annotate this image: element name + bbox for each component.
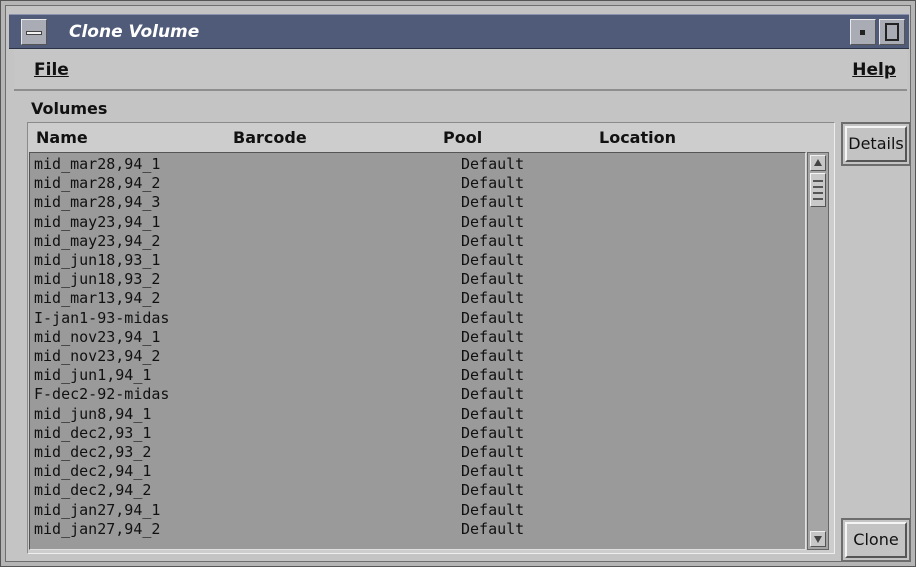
volume-pool: Default xyxy=(461,500,525,519)
volume-pool: Default xyxy=(461,289,525,308)
volume-pool: Default xyxy=(461,443,525,461)
list-item[interactable]: mid_mar13,94_2 Default xyxy=(30,289,805,308)
volume-name: mid_jan27,94_2 xyxy=(34,519,161,538)
file-menu[interactable]: File xyxy=(34,60,69,80)
volume-name: mid_mar28,94_3 xyxy=(34,193,161,212)
minimize-icon[interactable] xyxy=(850,19,876,45)
column-name: Name xyxy=(36,128,88,147)
list-item[interactable]: mid_jun8,94_1 Default xyxy=(30,405,805,424)
volume-name: mid_nov23,94_1 xyxy=(34,327,161,346)
volume-name: mid_dec2,93_1 xyxy=(34,423,152,442)
volume-name: mid_dec2,94_2 xyxy=(34,481,152,500)
list-item[interactable]: F-dec2-92-midas Default xyxy=(30,385,805,404)
volume-name: mid_nov23,94_2 xyxy=(34,347,161,365)
arrow-up-icon[interactable] xyxy=(810,155,826,171)
list-item[interactable]: I-jan1-93-midas Default xyxy=(30,309,805,328)
volume-name: mid_may23,94_2 xyxy=(34,231,161,250)
volume-pool: Default xyxy=(461,174,525,193)
volume-pool: Default xyxy=(461,251,525,269)
volume-name: F-dec2-92-midas xyxy=(34,385,170,404)
window-title: Clone Volume xyxy=(69,22,200,42)
list-item[interactable]: mid_nov23,94_2 Default xyxy=(30,347,805,366)
menu-bar: File Help xyxy=(14,49,907,91)
volume-pool: Default xyxy=(461,212,525,231)
volume-name: mid_jun8,94_1 xyxy=(34,404,152,423)
title-bar[interactable]: Clone Volume xyxy=(9,14,909,49)
list-item[interactable]: mid_may23,94_1 Default xyxy=(30,213,805,232)
volume-name: mid_dec2,93_2 xyxy=(34,443,152,461)
list-item[interactable]: mid_jun18,93_2 Default xyxy=(30,270,805,289)
volume-name: mid_jun1,94_1 xyxy=(34,366,152,385)
list-item[interactable]: mid_mar28,94_3 Default xyxy=(30,193,805,212)
list-item[interactable]: mid_jan27,94_2 Default xyxy=(30,520,805,539)
column-pool: Pool xyxy=(443,128,483,147)
volume-pool: Default xyxy=(461,231,525,250)
list-item[interactable]: mid_dec2,93_1 Default xyxy=(30,424,805,443)
clone-button[interactable]: Clone xyxy=(845,522,907,558)
volume-pool: Default xyxy=(461,519,525,538)
volume-pool: Default xyxy=(461,155,525,173)
list-item[interactable]: mid_dec2,94_2 Default xyxy=(30,481,805,500)
volumes-list[interactable]: mid_mar28,94_1 Default mid_mar28,94_2 Defau… xyxy=(29,152,806,550)
volume-name: mid_jun18,93_2 xyxy=(34,270,161,289)
volume-name: I-jan1-93-midas xyxy=(34,308,170,327)
volume-name: mid_may23,94_1 xyxy=(34,212,161,231)
volume-pool: Default xyxy=(461,308,525,327)
scroll-thumb[interactable] xyxy=(810,173,826,207)
list-item[interactable]: mid_may23,94_2 Default xyxy=(30,232,805,251)
volume-pool: Default xyxy=(461,462,525,481)
list-item[interactable]: mid_jun18,93_1 Default xyxy=(30,251,805,270)
volume-pool: Default xyxy=(461,481,525,500)
help-menu-label: Help xyxy=(852,60,896,80)
window-menu-icon[interactable] xyxy=(21,19,47,45)
volume-pool: Default xyxy=(461,347,525,365)
details-button[interactable]: Details xyxy=(845,126,907,162)
file-menu-label: File xyxy=(34,60,69,80)
list-item[interactable]: mid_mar28,94_2 Default xyxy=(30,174,805,193)
volume-pool: Default xyxy=(461,193,525,212)
volume-name: mid_mar28,94_2 xyxy=(34,174,161,193)
volume-pool: Default xyxy=(461,270,525,289)
volume-name: mid_mar13,94_2 xyxy=(34,289,161,308)
arrow-down-icon[interactable] xyxy=(810,531,826,547)
list-item[interactable]: mid_dec2,93_2 Default xyxy=(30,443,805,462)
column-location: Location xyxy=(599,128,676,147)
volume-pool: Default xyxy=(461,423,525,442)
vertical-scrollbar[interactable] xyxy=(807,152,829,550)
volume-pool: Default xyxy=(461,366,525,385)
volume-pool: Default xyxy=(461,385,525,404)
list-item[interactable]: mid_jan27,94_1 Default xyxy=(30,501,805,520)
list-item[interactable]: mid_jun1,94_1 Default xyxy=(30,366,805,385)
volumes-label: Volumes xyxy=(31,99,108,118)
clone-volume-window: Clone Volume File Help Volumes Name Barc… xyxy=(0,0,916,567)
volume-name: mid_mar28,94_1 xyxy=(34,155,161,173)
volume-name: mid_dec2,94_1 xyxy=(34,462,152,481)
maximize-icon[interactable] xyxy=(879,19,905,45)
help-menu[interactable]: Help xyxy=(852,60,896,80)
column-barcode: Barcode xyxy=(233,128,307,147)
volume-name: mid_jun18,93_1 xyxy=(34,251,161,269)
volume-name: mid_jan27,94_1 xyxy=(34,500,161,519)
volume-pool: Default xyxy=(461,404,525,423)
list-item[interactable]: mid_nov23,94_1 Default xyxy=(30,328,805,347)
list-item[interactable]: mid_mar28,94_1 Default xyxy=(30,155,805,174)
volume-pool: Default xyxy=(461,327,525,346)
list-item[interactable]: mid_dec2,94_1 Default xyxy=(30,462,805,481)
